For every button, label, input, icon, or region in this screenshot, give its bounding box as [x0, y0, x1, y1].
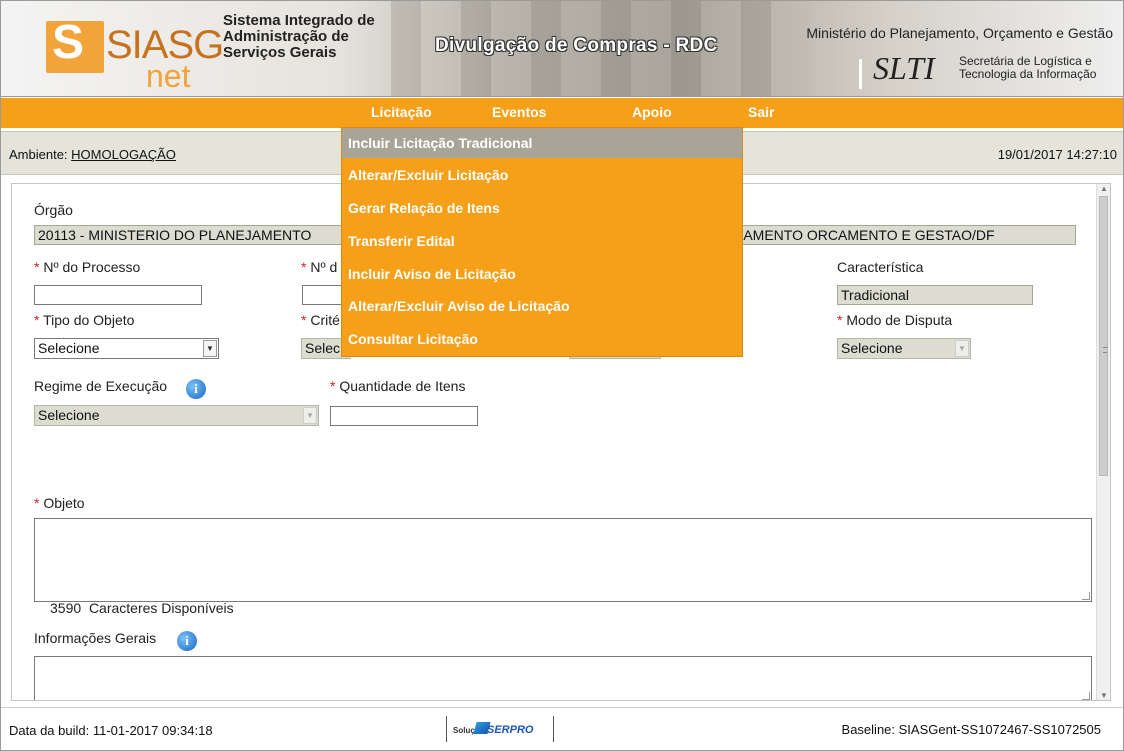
processo-label-text: Nº do Processo — [39, 259, 141, 275]
ministry-name: Ministério do Planejamento, Orçamento e … — [806, 25, 1113, 41]
objeto-label-text: Objeto — [39, 495, 85, 511]
app-window: S SIASG net Sistema Integrado de Adminis… — [0, 0, 1124, 751]
slti-logo: SLTI — [873, 50, 935, 86]
menu-gerar-relacao-itens[interactable]: Gerar Relação de Itens — [348, 200, 500, 216]
orgao-label: Órgão — [34, 202, 73, 218]
numero-label-text: Nº d — [306, 259, 338, 275]
criterio-label: * Crité — [301, 312, 340, 328]
tipo-objeto-select[interactable]: Selecione ▼ — [34, 338, 219, 359]
logo-s-mark: S — [52, 16, 85, 69]
info-icon[interactable]: i — [177, 631, 197, 651]
regime-label: Regime de Execução — [34, 378, 168, 394]
system-name: Sistema Integrado de Administração de Se… — [223, 13, 375, 61]
chevron-down-icon[interactable]: ▼ — [303, 407, 317, 424]
baseline-info: Baseline: SIASGent-SS1072467-SS1072505 — [841, 722, 1101, 737]
menu-sair[interactable]: Sair — [748, 104, 774, 120]
chevron-down-icon[interactable]: ▼ — [203, 340, 217, 357]
objeto-label: * Objeto — [34, 495, 85, 511]
menu-transferir-edital[interactable]: Transferir Edital — [348, 233, 455, 249]
slti-divider — [859, 59, 862, 89]
serpro-name: SERPRO — [487, 724, 534, 736]
resize-handle-icon[interactable] — [1082, 592, 1090, 600]
tipo-objeto-label-text: Tipo do Objeto — [39, 312, 135, 328]
regime-select[interactable]: Selecione ▼ — [34, 405, 319, 426]
serpro-logo: Solução SERPRO — [446, 716, 554, 742]
menu-alterar-excluir-licitacao[interactable]: Alterar/Excluir Licitação — [348, 167, 508, 183]
grip-icon — [1103, 347, 1107, 353]
regime-value: Selecione — [38, 407, 100, 423]
tipo-objeto-label: * Tipo do Objeto — [34, 312, 134, 328]
scrollbar-thumb[interactable] — [1099, 196, 1108, 476]
scroll-down-icon[interactable]: ▼ — [1100, 691, 1108, 700]
menu-consultar-licitacao[interactable]: Consultar Licitação — [348, 331, 478, 347]
environment-label: Ambiente: HOMOLOGAÇÃO — [9, 147, 176, 162]
chevron-down-icon[interactable]: ▼ — [955, 340, 969, 357]
siasgnet-logo: S SIASG net — [46, 13, 224, 94]
info-icon[interactable]: i — [186, 379, 206, 399]
menu-alterar-excluir-aviso[interactable]: Alterar/Excluir Aviso de Licitação — [348, 298, 570, 314]
menu-incluir-aviso-licitacao[interactable]: Incluir Aviso de Licitação — [348, 266, 516, 282]
processo-label: * Nº do Processo — [34, 259, 140, 275]
info-gerais-textarea[interactable] — [34, 656, 1092, 700]
app-title: Divulgação de Compras - RDC — [435, 35, 718, 56]
quantidade-label: * Quantidade de Itens — [330, 378, 465, 394]
quantidade-label-text: Quantidade de Itens — [335, 378, 466, 394]
quantidade-input[interactable] — [330, 406, 478, 426]
objeto-textarea[interactable] — [34, 518, 1092, 602]
slti-line: Tecnologia da Informação — [959, 67, 1097, 81]
tipo-objeto-value: Selecione — [38, 340, 100, 356]
footer-bar: Data da build: 11-01-2017 09:34:18 Soluç… — [1, 707, 1123, 750]
system-name-line: Serviços Gerais — [223, 44, 337, 61]
caracteres-count: 3590 — [50, 600, 82, 616]
system-name-line: Administração de — [223, 28, 349, 45]
logo-net-text: net — [146, 58, 191, 94]
info-gerais-label: Informações Gerais — [34, 630, 157, 646]
criterio-label-text: Crité — [306, 312, 340, 328]
menu-licitacao[interactable]: Licitação — [371, 104, 432, 120]
menu-apoio[interactable]: Apoio — [632, 104, 672, 120]
vertical-scrollbar[interactable]: ▲ ▼ — [1096, 184, 1110, 700]
modo-disputa-label-text: Modo de Disputa — [842, 312, 953, 328]
resize-handle-icon[interactable] — [1082, 692, 1090, 700]
scroll-up-icon[interactable]: ▲ — [1100, 184, 1108, 193]
menu-eventos[interactable]: Eventos — [492, 104, 546, 120]
caracteristica-field: Tradicional — [837, 285, 1033, 305]
caracteres-disponiveis: 3590 Caracteres Disponíveis — [50, 600, 234, 616]
environment-link[interactable]: HOMOLOGAÇÃO — [71, 147, 176, 162]
environment-datetime: 19/01/2017 14:27:10 — [997, 147, 1117, 162]
caracteristica-label: Característica — [837, 259, 924, 275]
menu-incluir-licitacao-tradicional[interactable]: Incluir Licitação Tradicional — [348, 135, 532, 151]
orgao-value-right: EJAMENTO ORCAMENTO E GESTAO/DF — [727, 227, 995, 243]
build-date: Data da build: 11-01-2017 09:34:18 — [9, 723, 213, 738]
caracteres-text: Caracteres Disponíveis — [88, 600, 234, 616]
environment-label-text: Ambiente: — [9, 147, 72, 162]
modo-disputa-label: * Modo de Disputa — [837, 312, 952, 328]
main-menu-bar: Licitação Eventos Apoio Sair — [1, 98, 1123, 128]
numero-label: * Nº d — [301, 259, 337, 275]
numero-input[interactable] — [302, 285, 342, 305]
slti-description: Secretária de Logística e Tecnologia da … — [959, 55, 1096, 81]
modo-disputa-select[interactable]: Selecione ▼ — [837, 338, 971, 359]
processo-input[interactable] — [34, 285, 202, 305]
header-banner: S SIASG net Sistema Integrado de Adminis… — [1, 1, 1123, 97]
orgao-value-left: 20113 - MINISTERIO DO PLANEJAMENTO — [38, 227, 312, 243]
licitacao-dropdown: Incluir Licitação Tradicional Alterar/Ex… — [341, 127, 743, 357]
modo-disputa-value: Selecione — [841, 340, 903, 356]
system-name-line: Sistema Integrado de — [223, 12, 375, 29]
